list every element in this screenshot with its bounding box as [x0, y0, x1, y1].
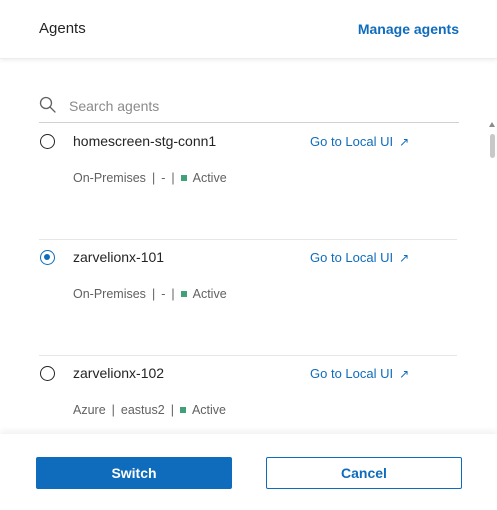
agent-item[interactable]: homescreen-stg-conn1 Go to Local UI ↗ On-…	[39, 124, 459, 240]
scroll-up-arrow-icon[interactable]	[489, 122, 495, 127]
agent-name: homescreen-stg-conn1	[73, 133, 217, 149]
agent-item[interactable]: zarvelionx-102 Go to Local UI ↗ Azure | eas…	[39, 356, 459, 434]
status-dot-icon	[180, 175, 187, 181]
status-dot-icon	[180, 291, 187, 297]
agent-status: Active	[191, 403, 226, 417]
external-link-icon: ↗	[399, 367, 410, 381]
dialog-footer: Switch Cancel	[0, 434, 497, 510]
manage-agents-link[interactable]: Manage agents	[358, 21, 459, 37]
status-dot-icon	[179, 407, 186, 413]
meta-separator: |	[171, 171, 175, 185]
agent-status: Active	[192, 171, 227, 185]
external-link-icon: ↗	[399, 135, 410, 149]
agent-name: zarvelionx-101	[73, 249, 165, 265]
agent-region: -	[161, 171, 166, 185]
go-to-local-ui-link[interactable]: Go to Local UI ↗	[310, 134, 409, 149]
agent-radio[interactable]	[40, 250, 55, 265]
agent-name: zarvelionx-102	[73, 365, 165, 381]
go-to-local-ui-link[interactable]: Go to Local UI ↗	[310, 366, 409, 381]
agent-location: On-Premises	[73, 287, 146, 301]
meta-separator: |	[151, 171, 156, 185]
scroll-thumb[interactable]	[490, 134, 495, 158]
agent-region: eastus2	[120, 403, 165, 417]
meta-separator: |	[111, 403, 115, 417]
switch-button[interactable]: Switch	[36, 457, 232, 489]
agent-location: On-Premises	[73, 171, 146, 185]
meta-separator: |	[171, 287, 175, 301]
agent-region: -	[161, 287, 166, 301]
search-icon	[39, 96, 56, 113]
meta-separator: |	[170, 403, 174, 417]
agent-location: Azure	[73, 403, 106, 417]
meta-separator: |	[151, 287, 156, 301]
local-ui-label: Go to Local UI	[310, 366, 394, 381]
agent-list: homescreen-stg-conn1 Go to Local UI ↗ On-…	[39, 124, 459, 434]
agent-meta: Azure | eastus2 | Active	[73, 403, 226, 417]
agent-radio[interactable]	[40, 134, 55, 149]
agent-meta: On-Premises | - | Active	[73, 171, 227, 185]
agent-item[interactable]: zarvelionx-101 Go to Local UI ↗ On-Premis…	[39, 240, 459, 356]
dialog-title: Agents	[39, 20, 86, 37]
go-to-local-ui-link[interactable]: Go to Local UI ↗	[310, 250, 409, 265]
agent-status: Active	[192, 287, 227, 301]
local-ui-label: Go to Local UI	[310, 250, 394, 265]
agent-radio[interactable]	[40, 366, 55, 381]
dialog-header: Agents Manage agents	[0, 0, 497, 59]
external-link-icon: ↗	[399, 251, 410, 265]
local-ui-label: Go to Local UI	[310, 134, 394, 149]
agent-meta: On-Premises | - | Active	[73, 287, 227, 301]
search-input[interactable]	[69, 95, 449, 117]
scrollbar[interactable]	[487, 122, 497, 434]
search-box	[39, 92, 459, 123]
cancel-button[interactable]: Cancel	[266, 457, 462, 489]
